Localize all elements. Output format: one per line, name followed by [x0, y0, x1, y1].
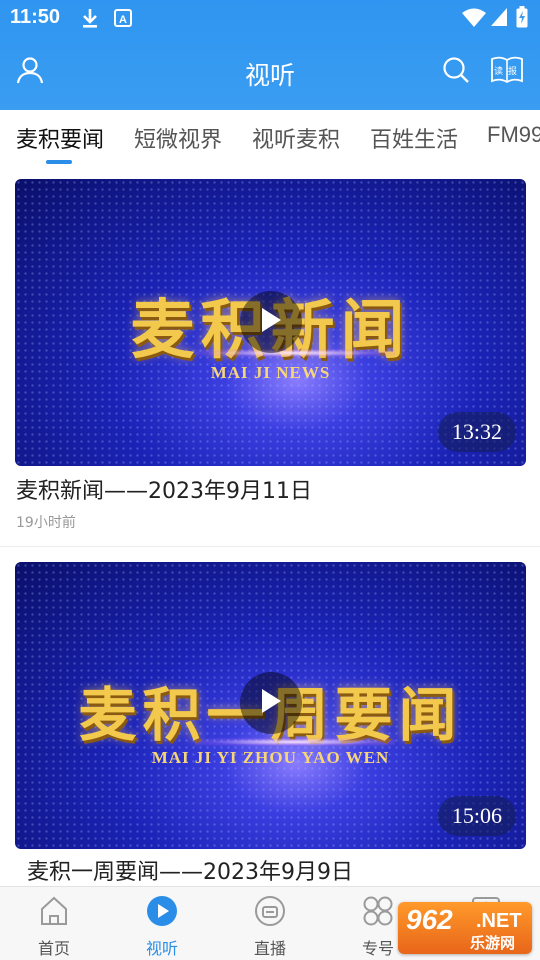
nav-video[interactable]: 视听 [108, 887, 216, 960]
status-bar: 11:50 A [0, 0, 540, 36]
light-flare [195, 738, 395, 746]
tab-short-video[interactable]: 短微视界 [134, 122, 222, 154]
video-publish-time: 19小时前 [16, 515, 76, 531]
thumbnail-subtitle: MAI JI NEWS [210, 363, 331, 382]
app-header: 11:50 A 视听 读报 [0, 0, 540, 110]
nav-home-label: 首页 [37, 939, 70, 958]
svg-text:A: A [119, 14, 127, 26]
video-thumbnail[interactable]: 麦积新闻 MAI JI NEWS 13:32 [15, 179, 526, 466]
four-circles-icon [362, 895, 394, 927]
thumbnail-subtitle: MAI JI YI ZHOU YAO WEN [151, 748, 390, 767]
text-a-icon: A [114, 9, 132, 31]
video-thumbnail[interactable]: 麦积一周要闻 MAI JI YI ZHOU YAO WEN 15:06 [15, 562, 526, 849]
play-button[interactable] [240, 291, 302, 353]
tab-maiji-news[interactable]: 麦积要闻 [16, 122, 104, 154]
watermark-number: 962 [406, 904, 453, 935]
video-card[interactable]: 麦积新闻 MAI JI NEWS 13:32 麦积新闻——2023年9月11日 … [0, 166, 540, 546]
video-title[interactable]: 麦积一周要闻——2023年9月9日 [27, 854, 353, 886]
wifi-icon [462, 8, 486, 32]
card-divider [0, 546, 540, 547]
tab-indicator [46, 160, 72, 164]
tab-daily-life[interactable]: 百姓生活 [370, 122, 458, 154]
play-icon [259, 306, 283, 338]
newspaper-button[interactable]: 读报 [488, 56, 526, 88]
tab-fm[interactable]: FM99 [487, 122, 540, 148]
watermark-suffix: .NET [476, 910, 522, 932]
signal-icon [490, 7, 508, 31]
site-watermark-logo: 962 .NET 乐游网 [398, 902, 532, 954]
play-icon [259, 687, 283, 719]
search-button[interactable] [440, 56, 472, 88]
play-circle-icon [146, 895, 178, 927]
play-button[interactable] [240, 672, 302, 734]
read-paper-label: 读报 [494, 67, 523, 77]
light-flare [195, 349, 395, 357]
video-duration: 13:32 [437, 412, 516, 452]
video-title[interactable]: 麦积新闻——2023年9月11日 [16, 473, 312, 505]
search-icon [441, 55, 471, 89]
battery-icon [516, 6, 528, 32]
video-duration: 15:06 [437, 796, 516, 836]
watermark-text: 乐游网 [470, 934, 516, 952]
download-icon [80, 7, 100, 33]
home-icon [38, 895, 70, 927]
nav-live-label: 直播 [253, 939, 286, 958]
video-card[interactable]: 麦积一周要闻 MAI JI YI ZHOU YAO WEN 15:06 麦积一周… [0, 548, 540, 886]
tv-icon [254, 895, 286, 927]
tab-audio-video[interactable]: 视听麦积 [252, 122, 340, 154]
category-tabs: 麦积要闻 短微视界 视听麦积 百姓生活 FM99 [0, 110, 540, 166]
status-time: 11:50 [10, 6, 61, 28]
nav-live[interactable]: 直播 [216, 887, 324, 960]
nav-home[interactable]: 首页 [0, 887, 108, 960]
nav-video-label: 视听 [145, 939, 178, 958]
